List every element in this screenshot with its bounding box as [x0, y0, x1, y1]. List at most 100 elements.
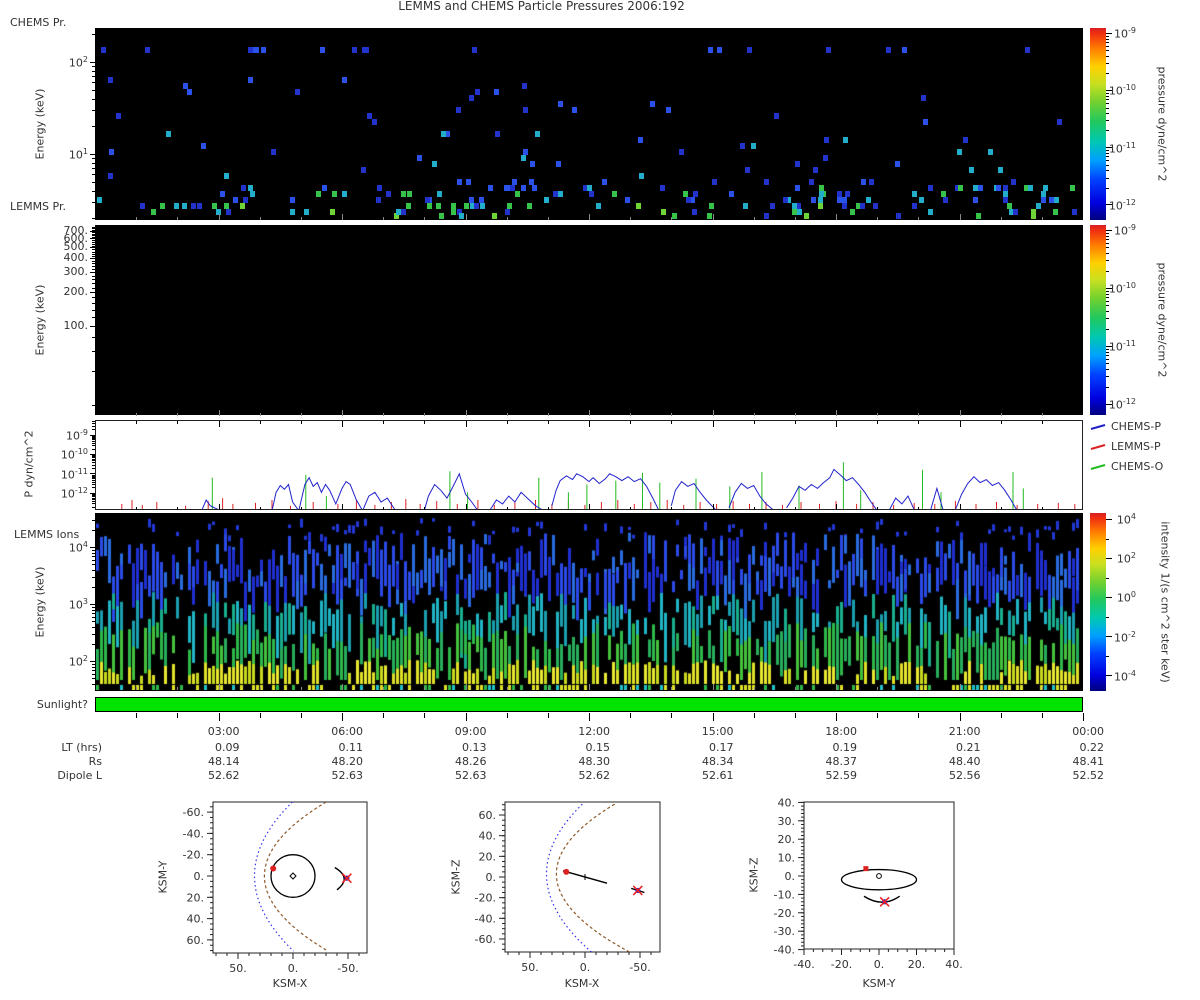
- chems-pressure-cell: [425, 197, 430, 203]
- orbit_xy-saturn-marker: [289, 872, 297, 880]
- time-axis-minor-tick: [136, 713, 138, 718]
- chems-pressure-cell: [943, 197, 948, 203]
- chems-pressure-cell: [707, 213, 712, 219]
- orbit_yz-y-tick-label: 40.: [778, 796, 796, 809]
- chems-pressure-cell: [978, 185, 983, 191]
- p2-y-minor-tick: [92, 226, 95, 228]
- chems-pressure-cell: [1053, 209, 1058, 215]
- chems-pressure-cell: [747, 47, 752, 53]
- cb1-minor-tick: [1106, 45, 1109, 47]
- panel3-x-tick: [136, 507, 138, 510]
- chems-pressure-cell: [589, 191, 594, 197]
- panel1-x-tick: [1000, 217, 1002, 220]
- cb2-minor-tick: [1106, 260, 1109, 262]
- cb3-minor-tick: [1106, 538, 1109, 540]
- chems-pressure-cell: [174, 203, 179, 209]
- p3-y-minor-tick: [92, 455, 95, 457]
- panel3-x-tick: [1041, 507, 1043, 510]
- p3-y-minor-tick: [92, 445, 95, 447]
- panel1-x-tick: [1041, 217, 1043, 220]
- p4-y-minor-tick: [92, 609, 95, 611]
- colorbar-pressure-1: [1090, 28, 1106, 220]
- panel3-x-tick: [753, 507, 755, 510]
- cb2-minor-tick: [1106, 369, 1109, 371]
- cb3-tick-label: 10-4: [1114, 668, 1136, 684]
- panel3-x-top-tick: [506, 421, 508, 424]
- row-label-lemms-pressure: LEMMS Pr.: [10, 200, 66, 213]
- p2-y-minor-tick: [92, 275, 95, 277]
- chems-pressure-cell: [1025, 47, 1030, 53]
- chems-pressure-cell: [638, 137, 643, 143]
- cb1-minor-tick: [1106, 50, 1109, 52]
- chems-pressure-cell: [320, 47, 325, 53]
- orbit1-xlabel: KSM-X: [272, 977, 308, 990]
- p4-y-minor-tick: [92, 612, 95, 614]
- orbit3-xlabel: KSM-Y: [862, 977, 896, 990]
- time-axis-major-tick: [959, 713, 961, 721]
- p3-y-minor-tick: [92, 479, 95, 481]
- chems-pressure-cell: [1011, 179, 1016, 185]
- cb1-minor-tick: [1106, 107, 1109, 109]
- chems-pressure-cell: [1057, 119, 1062, 125]
- chems-pressure-cell: [729, 191, 734, 197]
- p3-y-minor-tick: [92, 458, 95, 460]
- cb1-tick-label: 10-10: [1108, 83, 1136, 98]
- panel2-x-tick: [918, 413, 920, 416]
- cb1-minor-tick: [1106, 164, 1109, 166]
- chems-pressure-cell: [708, 47, 713, 53]
- p2-y-minor-tick: [92, 249, 95, 251]
- chems-pressure-cell: [109, 149, 114, 155]
- chems-pressure-cell: [472, 47, 477, 53]
- orbit-plots: 50. 0. -50. -60. -40. -20. 0. 20. 40. 60. 50. 0. -50…: [183, 796, 963, 975]
- chems-pressure-cell: [361, 167, 366, 173]
- panel4-x-tick: [300, 687, 302, 690]
- panel4-x-tick: [589, 684, 590, 690]
- orbit_xy-y-tick-label: -40.: [183, 827, 204, 840]
- p2-y-minor-tick: [92, 241, 95, 243]
- p3-y-minor-tick: [92, 436, 95, 438]
- legend-swatch-chems-o: [1090, 464, 1106, 470]
- chems-pressure-cell: [795, 161, 800, 167]
- chems-pressure-cell: [1043, 185, 1048, 191]
- chems-pressure-cell: [963, 137, 968, 143]
- p3-y-minor-tick: [92, 462, 95, 464]
- time-axis-minor-tick: [300, 713, 302, 718]
- cb2-minor-tick: [1106, 238, 1109, 240]
- figure-title: LEMMS and CHEMS Particle Pressures 2006:…: [398, 0, 685, 13]
- chems-pressure-cell: [151, 209, 156, 215]
- panel3-x-top-tick: [383, 421, 385, 424]
- cb2-minor-tick: [1106, 386, 1109, 388]
- chems-pressure-cell: [896, 213, 901, 219]
- panel-lemms-pressure-spectrogram: [95, 225, 1083, 415]
- p3-y-minor-tick: [92, 429, 95, 431]
- time-axis-major-tick: [712, 713, 714, 721]
- chems-pressure-cell: [921, 95, 926, 101]
- p2-y-minor-tick: [92, 404, 95, 406]
- p2-y-minor-tick: [92, 236, 95, 238]
- chems-pressure-cell: [437, 191, 442, 197]
- p2-y-minor-tick: [92, 350, 95, 352]
- time-row-value-lthrs: 0.17: [709, 741, 734, 754]
- chems-pressure-cell: [996, 185, 1001, 191]
- chems-pressure-cell: [873, 203, 878, 209]
- p2-y-minor-tick: [92, 233, 95, 235]
- chems-pressure-cell: [377, 185, 382, 191]
- chems-pressure-cell: [532, 185, 537, 191]
- chems-pressure-cell: [535, 131, 540, 137]
- chems-pressure-cell: [396, 209, 401, 215]
- time-row-label-lt: LT (hrs): [61, 741, 102, 754]
- p1-y-minor-tick: [92, 110, 95, 112]
- time-tick-label: 18:00: [825, 725, 857, 738]
- time-row-value-lthrs: 0.22: [1079, 741, 1105, 754]
- time-row-value-rs: 48.40: [949, 755, 981, 768]
- p3-y-minor-tick: [92, 435, 95, 437]
- chems-pressure-cell: [488, 185, 493, 191]
- p3-y-minor-tick: [92, 438, 95, 439]
- chems-pressure-cell: [108, 77, 113, 83]
- chems-pressure-cell: [1041, 191, 1046, 197]
- panel3-x-tick: [465, 504, 467, 510]
- chems-pressure-cell: [515, 191, 520, 197]
- time-row-value-dipolel: 52.61: [702, 769, 734, 782]
- panel1-x-tick: [712, 214, 714, 220]
- panel2-x-tick: [342, 410, 343, 416]
